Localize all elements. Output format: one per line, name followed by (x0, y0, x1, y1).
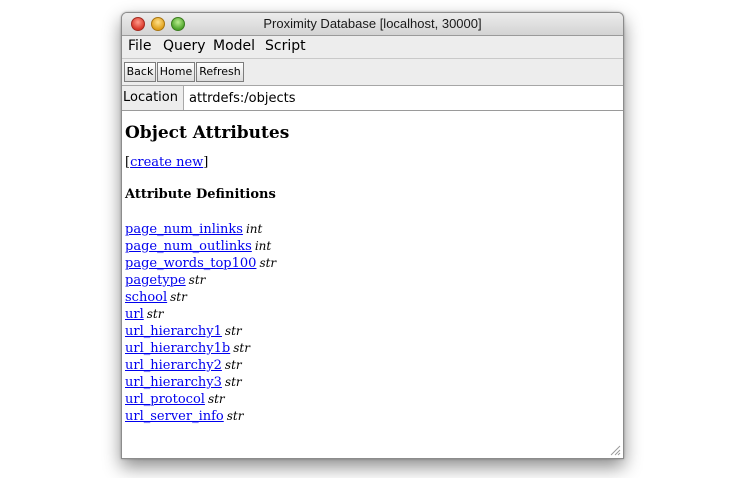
list-item: url_hierarchy2 str (125, 357, 276, 374)
page-title: Object Attributes (125, 123, 290, 143)
attribute-link[interactable]: url_hierarchy1 (125, 324, 222, 339)
menu-file[interactable]: File (128, 38, 151, 54)
menu-bar: File Query Model Script (122, 36, 623, 59)
attribute-link[interactable]: url_server_info (125, 409, 224, 424)
back-button[interactable]: Back (124, 62, 156, 82)
list-item: school str (125, 289, 276, 306)
attribute-type: str (224, 375, 242, 389)
attribute-type: str (207, 392, 225, 406)
attribute-link[interactable]: url_hierarchy3 (125, 375, 222, 390)
attribute-type: int (245, 222, 263, 236)
attribute-type: str (188, 273, 206, 287)
attribute-link[interactable]: page_num_inlinks (125, 222, 243, 237)
attribute-link[interactable]: url_protocol (125, 392, 205, 407)
attribute-type: str (259, 256, 277, 270)
attribute-type: str (233, 341, 250, 355)
list-item: url_protocol str (125, 391, 276, 408)
title-bar[interactable]: Proximity Database [localhost, 30000] (122, 13, 623, 36)
attribute-link[interactable]: url_hierarchy1b (125, 341, 230, 356)
attribute-type: str (170, 290, 187, 304)
attribute-type: int (254, 239, 272, 253)
create-new-link[interactable]: create new (130, 155, 203, 170)
toolbar: Back Home Refresh (122, 59, 623, 86)
attribute-link[interactable]: url_hierarchy2 (125, 358, 222, 373)
page-content: Object Attributes [create new] Attribute… (122, 111, 623, 458)
list-item: url_hierarchy1b str (125, 340, 276, 357)
menu-query[interactable]: Query (163, 38, 206, 54)
section-heading: Attribute Definitions (125, 187, 276, 202)
bracket-close: ] (203, 155, 209, 170)
resize-grip-icon[interactable] (609, 444, 621, 456)
attribute-type: str (224, 358, 242, 372)
list-item: page_words_top100 str (125, 255, 276, 272)
list-item: pagetype str (125, 272, 276, 289)
refresh-button[interactable]: Refresh (196, 62, 244, 82)
location-label: Location (123, 90, 178, 105)
list-item: url_hierarchy3 str (125, 374, 276, 391)
attribute-type: str (146, 307, 164, 321)
attribute-link[interactable]: url (125, 307, 144, 322)
list-item: page_num_outlinks int (125, 238, 276, 255)
menu-model[interactable]: Model (213, 38, 255, 54)
window-title: Proximity Database [localhost, 30000] (263, 16, 482, 31)
attribute-link[interactable]: page_words_top100 (125, 256, 256, 271)
attribute-link[interactable]: school (125, 290, 167, 305)
attribute-link[interactable]: pagetype (125, 273, 186, 288)
attribute-list: page_num_inlinks int page_num_outlinks int… (125, 221, 276, 425)
attribute-type: str (224, 324, 242, 338)
list-item: url_server_info str (125, 408, 276, 425)
create-new-line: [create new] (125, 155, 208, 170)
list-item: page_num_inlinks int (125, 221, 276, 238)
location-bar: Location (122, 86, 623, 111)
list-item: url_hierarchy1 str (125, 323, 276, 340)
attribute-link[interactable]: page_num_outlinks (125, 239, 252, 254)
location-input[interactable] (183, 86, 623, 110)
attribute-type: str (226, 409, 244, 423)
home-button[interactable]: Home (157, 62, 195, 82)
app-window: Proximity Database [localhost, 30000] Fi… (121, 12, 624, 459)
menu-script[interactable]: Script (265, 38, 306, 54)
list-item: url str (125, 306, 276, 323)
